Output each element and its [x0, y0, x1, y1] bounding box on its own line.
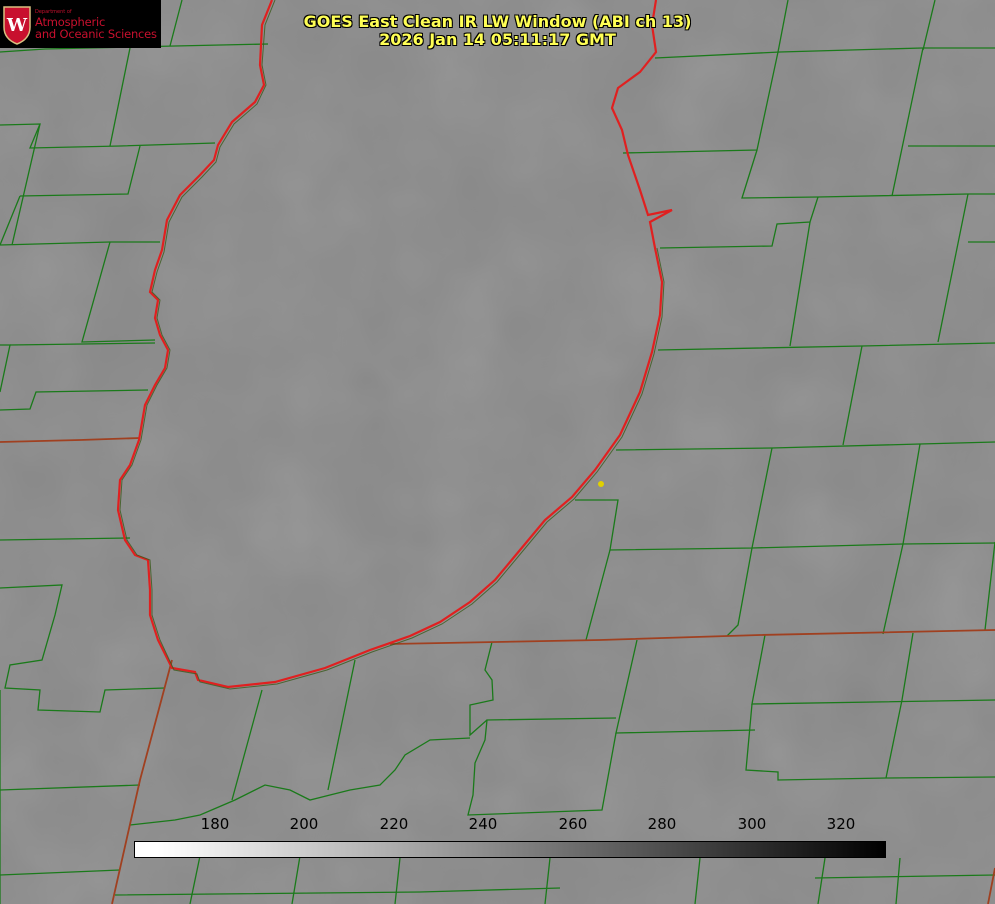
colorbar-tick-label: 240: [468, 815, 498, 833]
image-title: GOES East Clean IR LW Window (ABI ch 13): [303, 12, 692, 31]
image-timestamp: 2026 Jan 14 05:11:17 GMT: [379, 30, 616, 49]
colorbar-tick-label: 220: [379, 815, 409, 833]
satellite-map: [0, 0, 995, 904]
colorbar-tick-label: 200: [289, 815, 319, 833]
location-marker: [598, 481, 604, 487]
colorbar-tick-label: 280: [647, 815, 677, 833]
cloud-texture: [0, 0, 995, 904]
temperature-colorbar: [134, 841, 886, 858]
colorbar-tick-label: 320: [826, 815, 856, 833]
colorbar-tick-label: 180: [200, 815, 230, 833]
colorbar-tick-label: 300: [737, 815, 767, 833]
colorbar-tick-label: 260: [558, 815, 588, 833]
